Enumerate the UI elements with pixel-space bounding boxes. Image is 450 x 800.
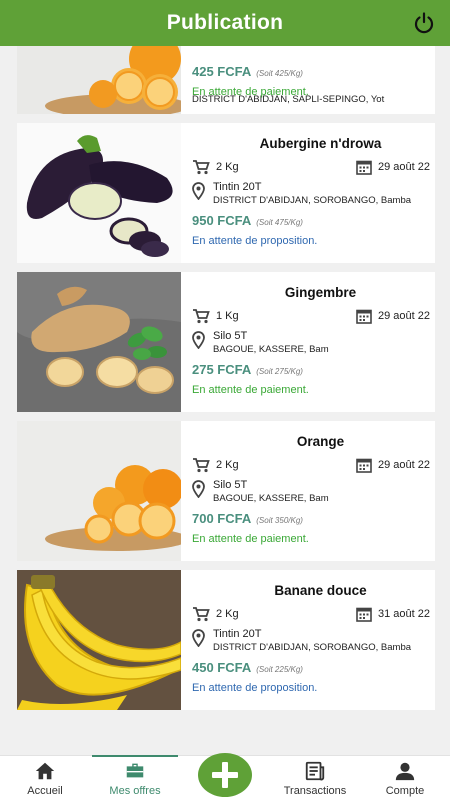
unit-price: (Soit 425/Kg) (256, 69, 303, 78)
nav-account[interactable]: Compte (360, 756, 450, 800)
add-offer-button[interactable] (198, 753, 252, 797)
cart-icon (193, 458, 210, 473)
calendar-icon (356, 458, 372, 473)
cart-icon (193, 160, 210, 175)
date: 29 août 22 (378, 310, 430, 322)
price: 700 FCFA (192, 511, 252, 526)
price: 950 FCFA (192, 213, 252, 228)
offer-card[interactable]: DISTRICT D'ABIDJAN, SAPLI-SEPINGO, Yot 4… (17, 46, 435, 114)
product-image-ginger (17, 272, 181, 412)
nav-my-offers[interactable]: Mes offres (90, 755, 180, 800)
briefcase-icon (126, 763, 144, 778)
calendar-icon (356, 309, 372, 324)
price: 450 FCFA (192, 660, 252, 675)
unit-price: (Soit 475/Kg) (256, 218, 303, 227)
nav-transactions[interactable]: Transactions (270, 756, 360, 800)
nav-account-label: Compte (385, 785, 425, 797)
date: 29 août 22 (378, 161, 430, 173)
location-pin-icon (192, 629, 205, 647)
location-address: BAGOUE, KASSERE, Bam (213, 493, 329, 504)
date: 29 août 22 (378, 459, 430, 471)
unit-price: (Soit 225/Kg) (256, 665, 303, 674)
location-name: Silo 5T (213, 330, 248, 342)
quantity: 2 Kg (216, 459, 239, 471)
product-image-banana (17, 570, 181, 710)
status-text: En attente de paiement. (192, 86, 309, 98)
user-icon (395, 762, 415, 781)
location-name: Tintin 20T (213, 181, 262, 193)
date: 31 août 22 (378, 608, 430, 620)
location-address: BAGOUE, KASSERE, Bam (213, 344, 329, 355)
calendar-icon (356, 160, 372, 175)
quantity: 2 Kg (216, 161, 239, 173)
price: 275 FCFA (192, 362, 252, 377)
nav-offers-label: Mes offres (109, 785, 161, 797)
plus-icon (212, 762, 238, 788)
power-icon[interactable] (412, 11, 436, 35)
offer-card[interactable]: Banane douce 2 Kg 31 août 22 Tintin 20T … (17, 570, 435, 710)
calendar-icon (356, 607, 372, 622)
offer-card[interactable]: Orange 2 Kg 29 août 22 Silo 5T BAGOUE, K… (17, 421, 435, 561)
location-pin-icon (192, 182, 205, 200)
product-image-orange (17, 46, 181, 114)
product-image-eggplant (17, 123, 181, 263)
offer-card[interactable]: Aubergine n'drowa 2 Kg 29 août 22 Tintin… (17, 123, 435, 263)
status-text: En attente de paiement. (192, 384, 309, 396)
nav-transactions-label: Transactions (283, 785, 347, 797)
status-text: En attente de proposition. (192, 682, 318, 694)
product-name: Orange (296, 434, 345, 449)
location-name: Tintin 20T (213, 628, 262, 640)
location-address: DISTRICT D'ABIDJAN, SOROBANGO, Bamba (213, 195, 412, 206)
quantity: 2 Kg (216, 608, 239, 620)
unit-price: (Soit 275/Kg) (256, 367, 303, 376)
quantity: 1 Kg (216, 310, 239, 322)
app-header: Publication (0, 0, 450, 46)
product-image-orange (17, 421, 181, 561)
location-pin-icon (192, 480, 205, 498)
location-name: Silo 5T (213, 479, 248, 491)
cart-icon (193, 309, 210, 324)
offers-list[interactable]: DISTRICT D'ABIDJAN, SAPLI-SEPINGO, Yot 4… (0, 46, 450, 755)
page-title: Publication (166, 11, 284, 34)
offer-card[interactable]: Gingembre 1 Kg 29 août 22 Silo 5T BAGOUE… (17, 272, 435, 412)
unit-price: (Soit 350/Kg) (256, 516, 303, 525)
location-address: DISTRICT D'ABIDJAN, SOROBANGO, Bamba (213, 642, 412, 653)
cart-icon (193, 607, 210, 622)
nav-home[interactable]: Accueil (0, 756, 90, 800)
home-icon (35, 762, 55, 780)
price: 425 FCFA (192, 64, 252, 79)
product-name: Gingembre (284, 285, 357, 300)
location-pin-icon (192, 331, 205, 349)
product-name: Aubergine n'drowa (259, 136, 382, 151)
receipt-icon (305, 761, 325, 781)
status-text: En attente de paiement. (192, 533, 309, 545)
product-name: Banane douce (274, 583, 367, 598)
status-text: En attente de proposition. (192, 235, 318, 247)
nav-home-label: Accueil (27, 785, 63, 797)
